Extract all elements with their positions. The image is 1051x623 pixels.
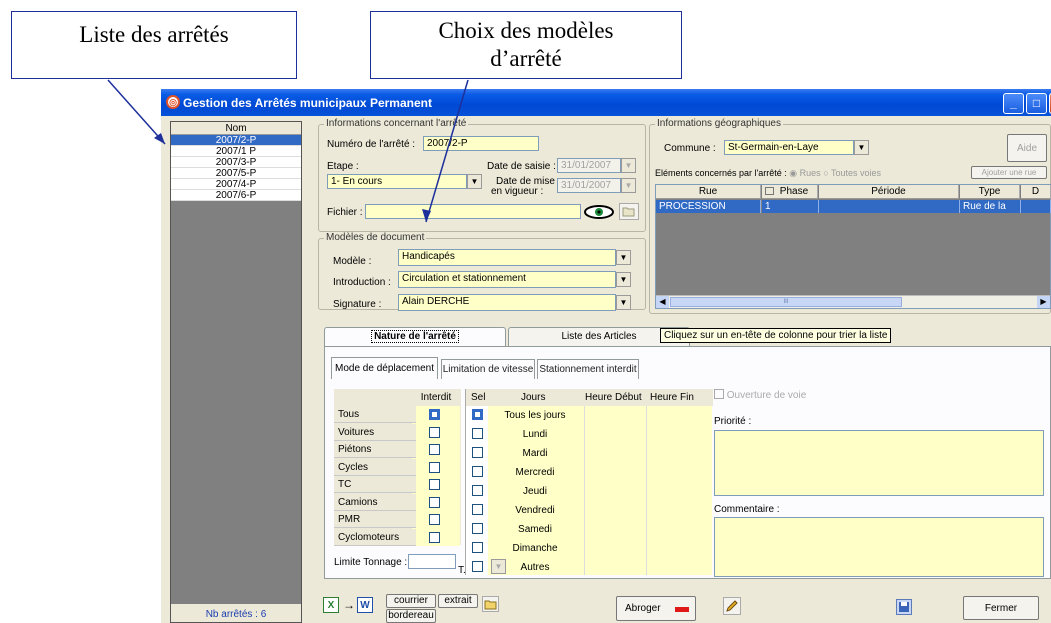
- arrow-choix: [425, 79, 469, 223]
- arrow-liste: [107, 79, 166, 145]
- callout-arrows: [107, 79, 469, 223]
- arrow-choix-head: [422, 209, 431, 222]
- arrow-liste-head: [154, 133, 165, 144]
